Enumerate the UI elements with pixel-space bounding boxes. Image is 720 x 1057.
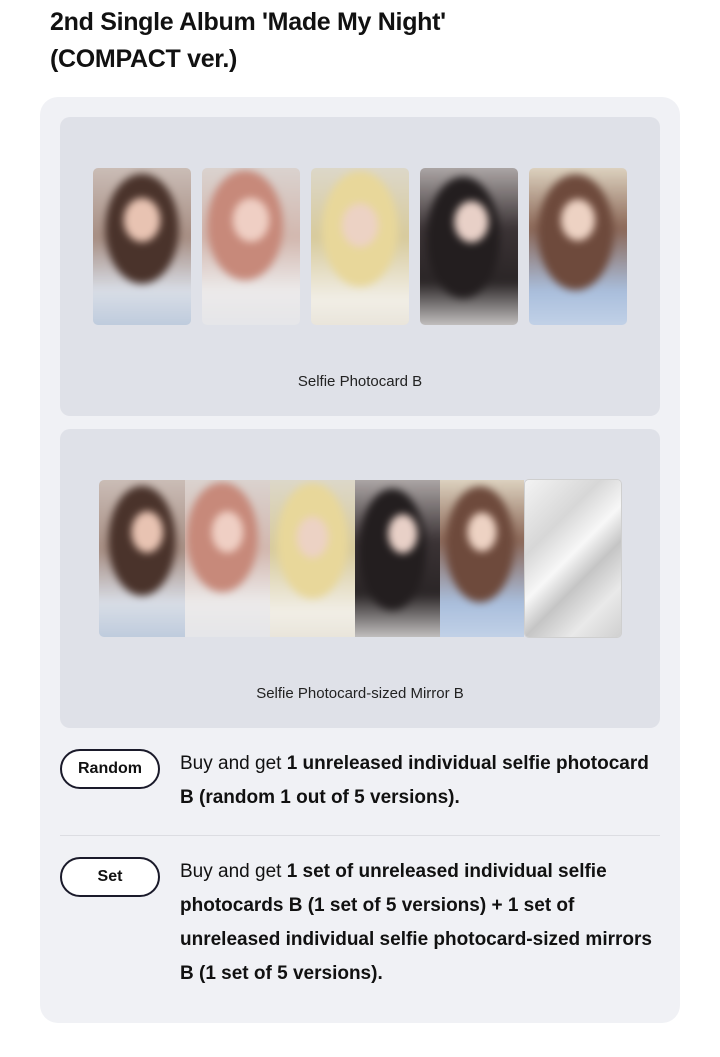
set-description: Buy and get 1 set of unreleased individu…	[180, 855, 665, 991]
product-title-line-2: (COMPACT ver.)	[50, 45, 238, 73]
mirror-image-2	[185, 480, 270, 637]
product-title: 2nd Single Album 'Made My Night' (COMPAC…	[50, 4, 670, 78]
photocard-image-1	[93, 168, 191, 325]
mirror-image-3	[270, 480, 355, 637]
photocard-image-3	[311, 168, 409, 325]
random-description: Buy and get 1 unreleased individual self…	[180, 747, 665, 815]
mirror-image-4	[355, 480, 440, 637]
set-description-lead: Buy and get	[180, 861, 287, 882]
option-divider	[60, 835, 660, 836]
photocard-image-4	[420, 168, 518, 325]
mirror-preview-card: Selfie Photocard-sized Mirror B	[60, 429, 660, 728]
photocard-preview-card: Selfie Photocard B	[60, 117, 660, 416]
benefit-panel: Selfie Photocard B Selfie Photocard-size…	[40, 97, 680, 1023]
set-badge: Set	[60, 857, 160, 897]
random-description-lead: Buy and get	[180, 753, 287, 774]
photocard-image-5	[529, 168, 627, 325]
photocard-caption: Selfie Photocard B	[297, 373, 423, 390]
mirror-reflective-surface	[525, 480, 621, 637]
photocard-image-2	[202, 168, 300, 325]
random-badge: Random	[60, 749, 160, 789]
product-title-line-1: 2nd Single Album 'Made My Night'	[50, 8, 446, 36]
mirror-image-5	[440, 480, 524, 637]
mirror-image-1	[99, 480, 185, 637]
mirror-caption: Selfie Photocard-sized Mirror B	[256, 685, 464, 702]
